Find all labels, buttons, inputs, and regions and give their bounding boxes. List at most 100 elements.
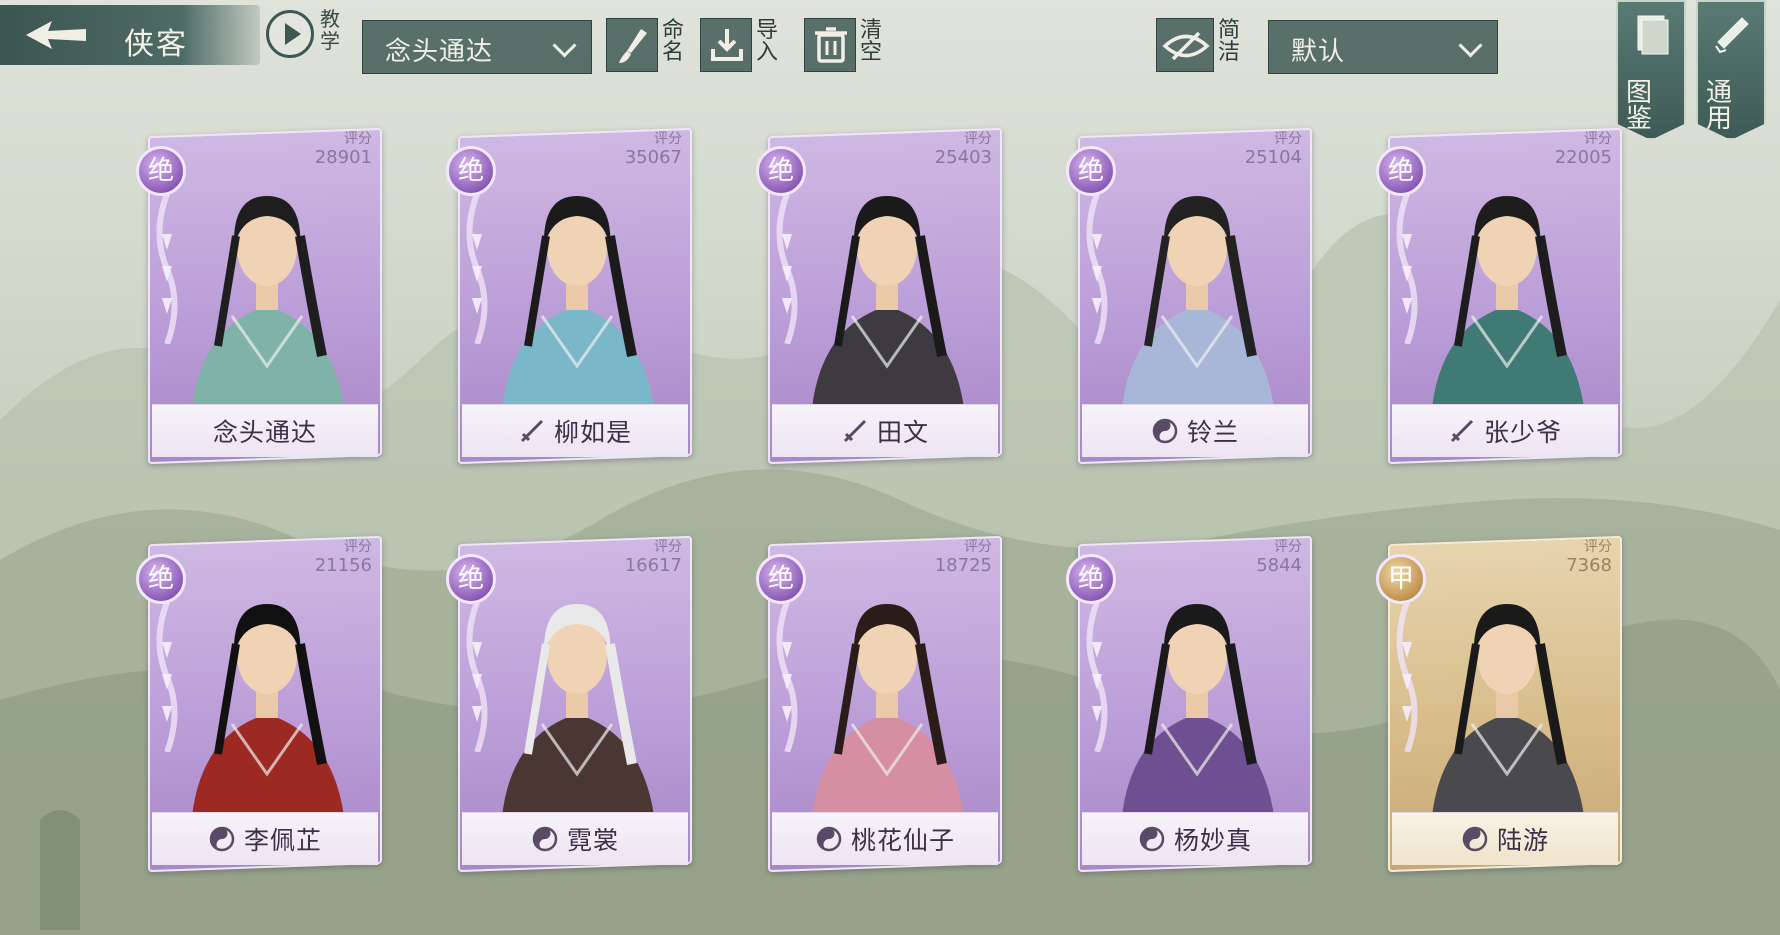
character-card[interactable]: 绝 评分 35067 柳如是 (446, 127, 692, 465)
taiji-icon (209, 826, 235, 852)
score-label: 评分 (964, 539, 992, 555)
name-plate: 杨妙真 (1082, 812, 1308, 865)
character-name: 铃兰 (1186, 418, 1239, 447)
character-name: 田文 (876, 418, 929, 447)
brush-icon (619, 29, 647, 63)
rank-badge: 甲 (1376, 554, 1426, 604)
character-portrait (812, 604, 964, 816)
score-value: 21156 (314, 555, 372, 576)
name-plate: 桃花仙子 (772, 812, 998, 865)
rank-badge: 绝 (756, 554, 806, 604)
sword-icon (520, 419, 544, 443)
preset-dropdown[interactable]: 念头通达 (362, 20, 592, 74)
character-portrait (1432, 196, 1584, 408)
score-value: 28901 (314, 147, 372, 168)
name-plate: 田文 (772, 404, 998, 457)
name-plate: 霓裳 (462, 812, 688, 865)
character-portrait (192, 604, 344, 816)
page-title: 侠客 (124, 27, 188, 62)
sort-dropdown[interactable]: 默认 (1268, 20, 1498, 74)
back-button[interactable]: 侠客 (0, 5, 260, 65)
rank-badge: 绝 (136, 146, 186, 196)
character-card[interactable]: 绝 评分 16617 霓裳 (446, 535, 692, 873)
star-ribbon-icon (156, 194, 178, 344)
character-name: 霓裳 (566, 826, 619, 855)
star-ribbon-icon (776, 602, 798, 752)
clear-label: 清空 (860, 18, 883, 65)
character-portrait (1432, 604, 1584, 816)
chevron-down-icon (1458, 33, 1483, 58)
score-value: 5844 (1256, 555, 1302, 576)
character-card[interactable]: 绝 评分 28901 念头通达 (136, 127, 382, 465)
star-ribbon-icon (1086, 602, 1108, 752)
rank-badge: 绝 (1066, 554, 1116, 604)
score-value: 22005 (1554, 147, 1612, 168)
character-card[interactable]: 绝 评分 5844 杨妙真 (1066, 535, 1312, 873)
score-label: 评分 (344, 539, 372, 555)
tutorial-button[interactable]: 教学 (264, 6, 350, 64)
rank-badge: 绝 (1376, 146, 1426, 196)
character-portrait (812, 196, 964, 408)
star-ribbon-icon (466, 194, 488, 344)
general-label: 通用 (1706, 78, 1733, 134)
tutorial-label: 教学 (320, 7, 340, 53)
star-ribbon-icon (156, 602, 178, 752)
score-value: 25104 (1244, 147, 1302, 168)
score-label: 评分 (344, 131, 372, 147)
character-card[interactable]: 绝 评分 21156 李佩芷 (136, 535, 382, 873)
star-ribbon-icon (1396, 602, 1418, 752)
taiji-icon (1462, 826, 1488, 852)
character-name: 陆游 (1496, 826, 1549, 855)
rank-badge: 绝 (756, 146, 806, 196)
score-label: 评分 (654, 131, 682, 147)
character-card[interactable]: 绝 评分 18725 桃花仙子 (756, 535, 1002, 873)
character-card[interactable]: 绝 评分 25104 铃兰 (1066, 127, 1312, 465)
rank-badge: 绝 (446, 554, 496, 604)
character-name: 张少爷 (1483, 418, 1562, 447)
star-ribbon-icon (1396, 194, 1418, 344)
score-value: 18725 (934, 555, 992, 576)
sword-icon (1450, 419, 1474, 443)
sort-dropdown-value: 默认 (1291, 37, 1346, 67)
score-value: 7368 (1566, 555, 1612, 576)
score-value: 35067 (624, 147, 682, 168)
download-icon (711, 29, 743, 61)
score-label: 评分 (964, 131, 992, 147)
trash-icon (815, 27, 847, 63)
rank-badge: 绝 (446, 146, 496, 196)
character-portrait (1122, 196, 1274, 408)
star-ribbon-icon (466, 602, 488, 752)
taiji-icon (532, 826, 558, 852)
back-arrow-icon (26, 21, 86, 49)
score-value: 25403 (934, 147, 992, 168)
star-ribbon-icon (1086, 194, 1108, 344)
score-value: 16617 (624, 555, 682, 576)
eye-slash-icon (1162, 31, 1210, 61)
name-plate: 李佩芷 (152, 812, 378, 865)
character-name: 杨妙真 (1173, 826, 1252, 855)
name-plate: 铃兰 (1082, 404, 1308, 457)
character-card[interactable]: 甲 评分 7368 陆游 (1376, 535, 1622, 873)
rank-badge: 绝 (1066, 146, 1116, 196)
score-label: 评分 (1274, 539, 1302, 555)
taiji-icon (1152, 418, 1178, 444)
score-label: 评分 (1274, 131, 1302, 147)
character-name: 念头通达 (212, 418, 317, 447)
sword-icon (843, 419, 867, 443)
character-card[interactable]: 绝 评分 25403 田文 (756, 127, 1002, 465)
character-portrait (502, 604, 654, 816)
simple-view-label: 简洁 (1218, 18, 1241, 65)
character-card[interactable]: 绝 评分 22005 张少爷 (1376, 127, 1622, 465)
rank-badge: 绝 (136, 554, 186, 604)
character-portrait (192, 196, 344, 408)
play-icon (266, 10, 314, 58)
character-portrait (1122, 604, 1274, 816)
name-plate: 念头通达 (152, 404, 378, 457)
score-label: 评分 (1584, 131, 1612, 147)
score-label: 评分 (654, 539, 682, 555)
character-portrait (502, 196, 654, 408)
name-plate: 陆游 (1392, 812, 1618, 865)
name-plate: 柳如是 (462, 404, 688, 457)
top-bar: 侠客 教学 念头通达 命名 导入 清空 简洁 默认 (0, 0, 1780, 80)
star-ribbon-icon (776, 194, 798, 344)
